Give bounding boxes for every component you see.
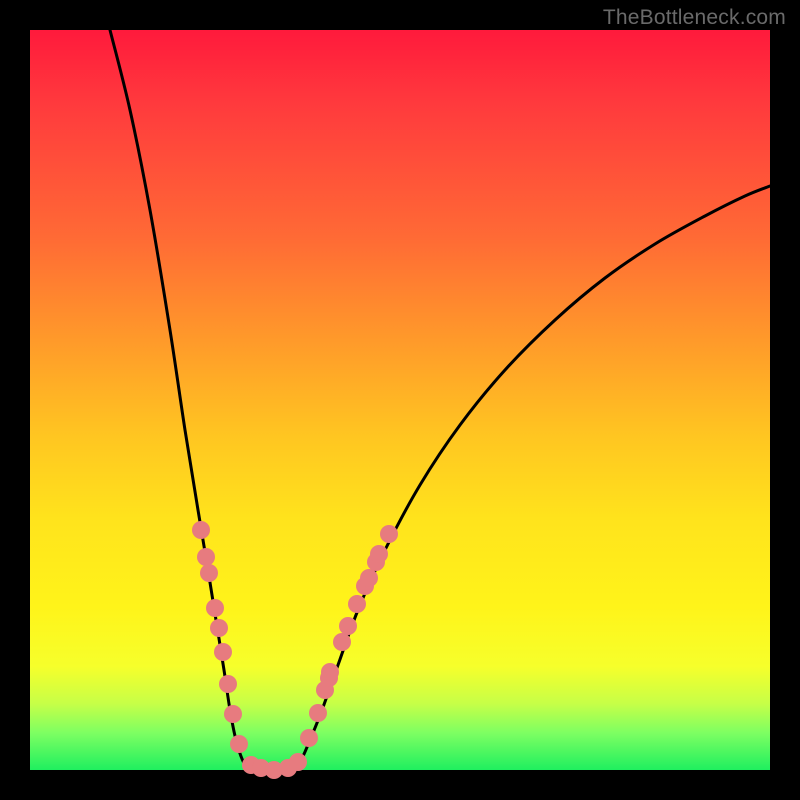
data-dot xyxy=(214,643,232,661)
data-dot xyxy=(197,548,215,566)
data-dot xyxy=(210,619,228,637)
data-dot xyxy=(370,545,388,563)
data-dot xyxy=(321,663,339,681)
data-dot xyxy=(219,675,237,693)
data-dot xyxy=(339,617,357,635)
data-dot xyxy=(380,525,398,543)
data-dot xyxy=(206,599,224,617)
data-dot xyxy=(200,564,218,582)
data-dot xyxy=(224,705,242,723)
chart-frame: TheBottleneck.com xyxy=(0,0,800,800)
watermark-text: TheBottleneck.com xyxy=(603,6,786,30)
data-dot xyxy=(360,569,378,587)
data-dot xyxy=(192,521,210,539)
plot-area xyxy=(30,30,770,770)
data-dot xyxy=(300,729,318,747)
data-dots xyxy=(192,521,398,779)
chart-svg xyxy=(30,30,770,770)
data-dot xyxy=(348,595,366,613)
data-dot xyxy=(309,704,327,722)
bottleneck-curve xyxy=(110,30,770,770)
data-dot xyxy=(230,735,248,753)
data-dot xyxy=(333,633,351,651)
data-dot xyxy=(289,753,307,771)
